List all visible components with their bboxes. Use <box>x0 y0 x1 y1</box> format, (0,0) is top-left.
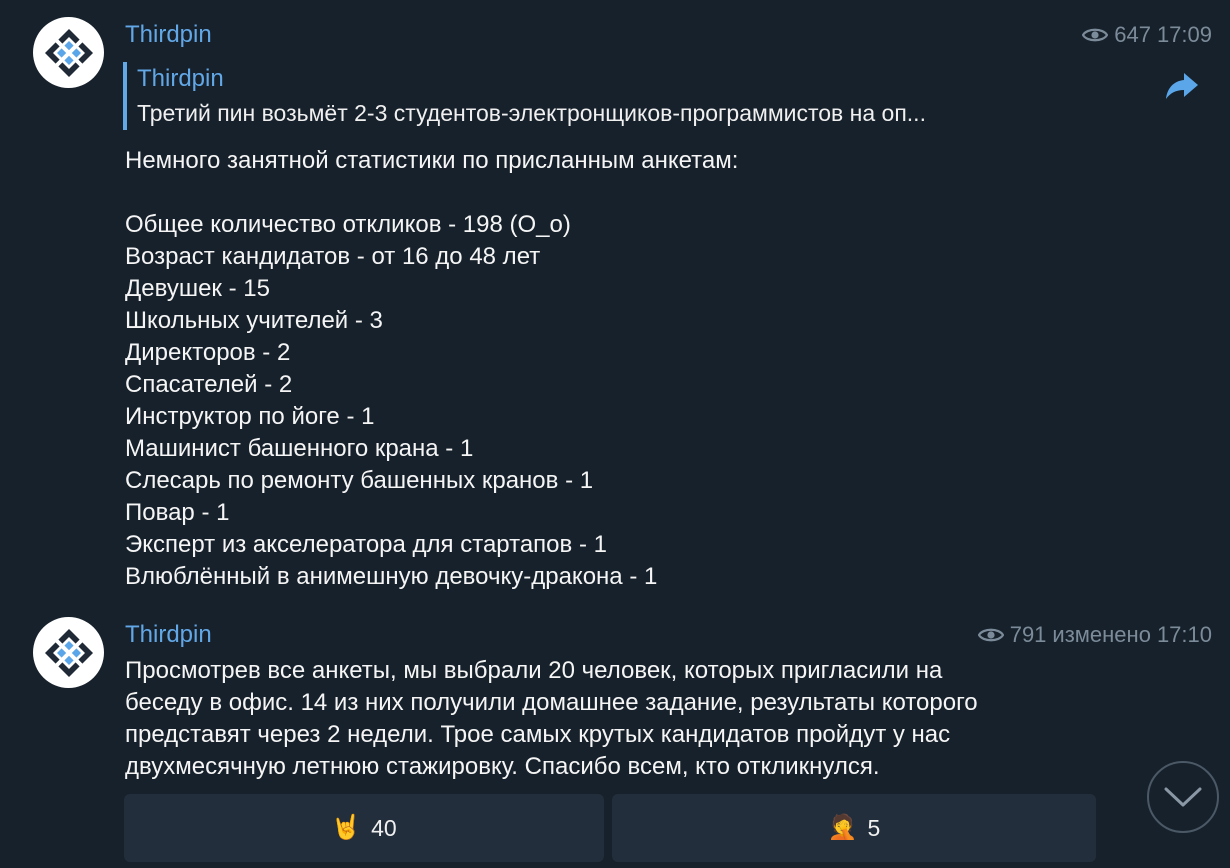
eye-icon <box>977 628 1004 642</box>
thirdpin-logo-icon <box>44 628 93 677</box>
eye-icon <box>1082 28 1109 42</box>
channel-avatar[interactable] <box>33 617 104 688</box>
reply-text: Третий пин возьмёт 2-3 студентов-электро… <box>137 100 926 126</box>
message-text: Немного занятной статистики по присланны… <box>125 147 739 590</box>
message-meta: 791 изменено 17:10 <box>977 620 1212 650</box>
reaction-count: 5 <box>867 814 881 841</box>
sender-name[interactable]: Thirdpin <box>125 20 212 50</box>
message-time: 17:09 <box>1156 22 1212 47</box>
message-meta: 647 17:09 <box>1082 20 1212 50</box>
message-text: Просмотрев все анкеты, мы выбрали 20 чел… <box>125 657 978 780</box>
share-arrow-icon <box>1166 73 1198 99</box>
thirdpin-logo-icon <box>44 28 93 77</box>
sender-name[interactable]: Thirdpin <box>125 620 212 650</box>
reaction-facepalm-button[interactable]: 🤦 5 <box>612 794 1096 862</box>
view-count: 647 <box>1114 22 1151 47</box>
edited-label: изменено <box>1052 622 1151 647</box>
rock-hand-emoji-icon: 🤘 <box>331 814 362 841</box>
reaction-count: 40 <box>371 814 397 841</box>
reply-quote[interactable]: Thirdpin Третий пин возьмёт 2-3 студенто… <box>123 62 1127 130</box>
chevron-down-icon <box>1164 787 1202 807</box>
channel-avatar[interactable] <box>33 17 104 88</box>
reaction-rock-button[interactable]: 🤘 40 <box>124 794 604 862</box>
forward-button[interactable] <box>1162 66 1202 106</box>
message-time: 17:10 <box>1156 622 1212 647</box>
reply-sender: Thirdpin <box>137 65 224 92</box>
facepalm-emoji-icon: 🤦 <box>827 814 858 841</box>
view-count: 791 <box>1009 622 1047 647</box>
scroll-to-bottom-button[interactable] <box>1147 761 1219 833</box>
